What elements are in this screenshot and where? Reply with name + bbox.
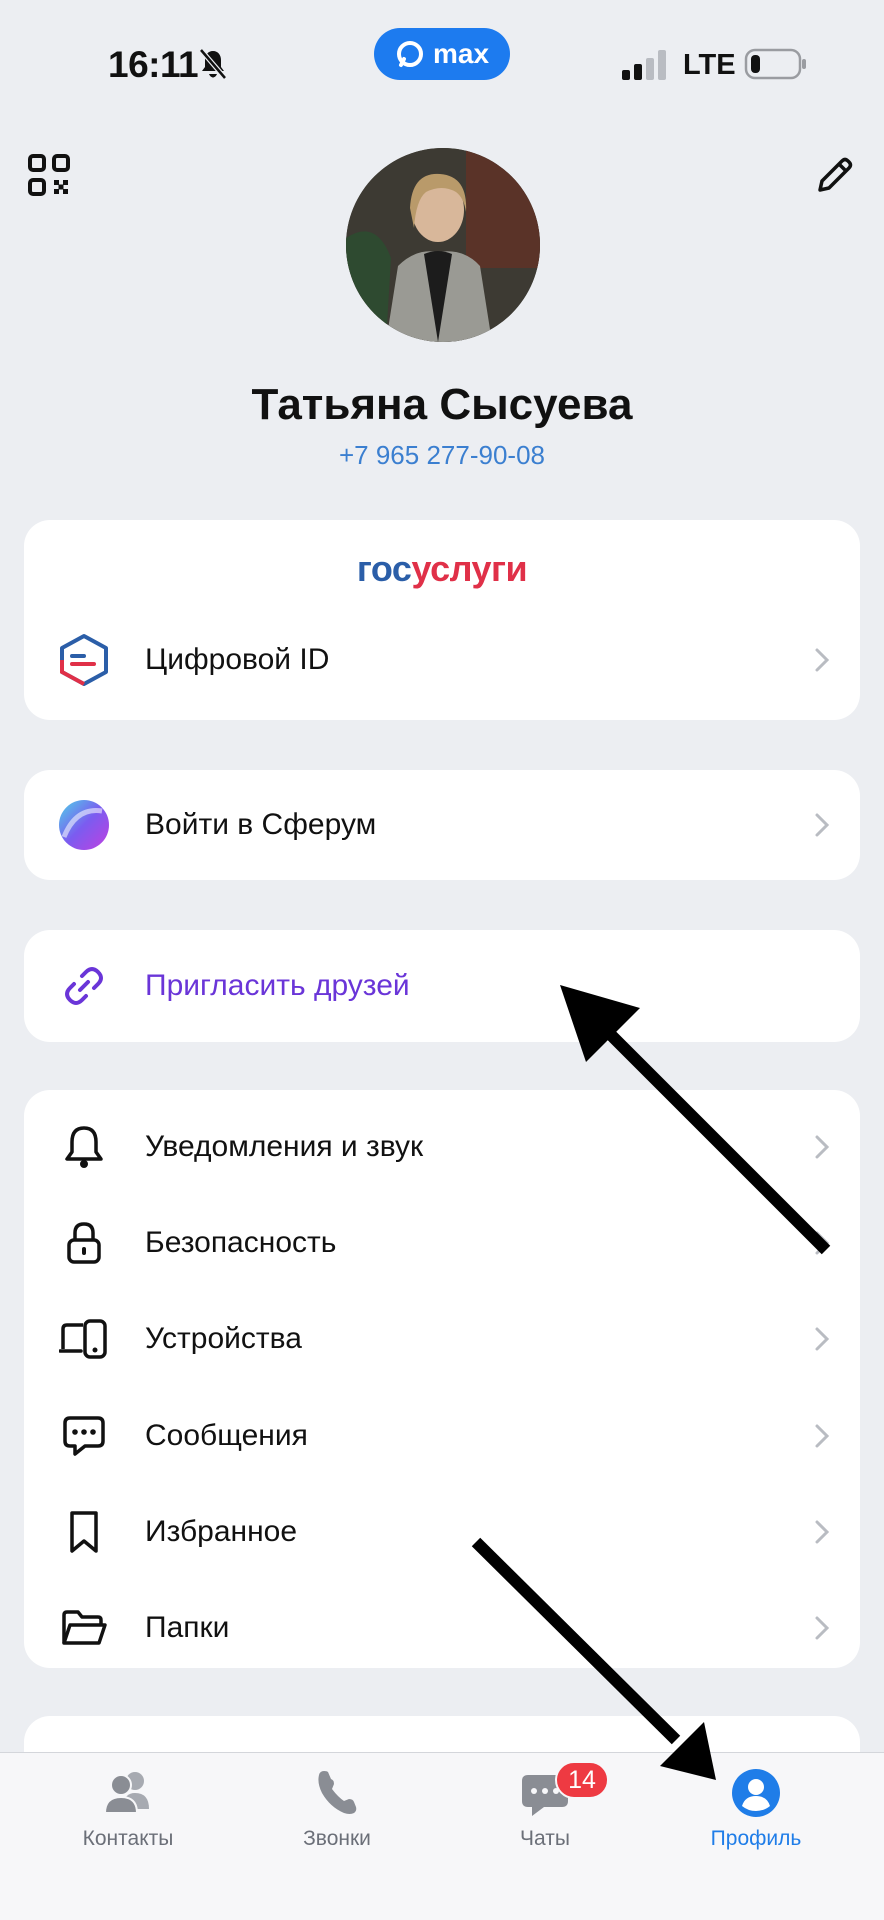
chevron-right-icon	[815, 1520, 830, 1544]
chevron-right-icon	[815, 1616, 830, 1640]
chevron-right-icon	[815, 1135, 830, 1159]
bookmark-icon	[56, 1504, 112, 1560]
tab-profile[interactable]: Профиль	[676, 1753, 836, 1863]
link-icon	[56, 958, 112, 1014]
unread-badge: 14	[555, 1761, 609, 1799]
phone-icon	[318, 1771, 357, 1814]
invite-friends-row[interactable]: Пригласить друзей	[24, 938, 860, 1034]
devices-icon	[56, 1311, 112, 1367]
digital-id-label: Цифровой ID	[145, 643, 330, 676]
tab-contacts[interactable]: Контакты	[48, 1753, 208, 1863]
digital-id-row[interactable]: Цифровой ID	[24, 612, 860, 708]
invite-card[interactable]: Пригласить друзей	[24, 930, 860, 1042]
battery-icon	[744, 48, 806, 80]
profile-icon	[732, 1769, 780, 1817]
settings-item-label: Избранное	[145, 1515, 298, 1548]
settings-item-label: Безопасность	[145, 1226, 337, 1259]
bell-off-icon	[199, 48, 227, 80]
app-pill-label: max	[432, 38, 490, 69]
sferum-icon	[56, 797, 112, 853]
avatar[interactable]	[346, 148, 540, 342]
status-bar: 16:11 max LTE	[0, 0, 884, 110]
message-icon	[56, 1408, 112, 1464]
settings-item-label: Устройства	[145, 1322, 302, 1355]
lock-icon	[56, 1215, 112, 1271]
tab-label: Контакты	[82, 1827, 174, 1850]
avatar-photo	[346, 148, 540, 342]
sferum-label: Войти в Сферум	[145, 808, 377, 841]
digital-id-icon	[56, 632, 112, 688]
settings-item-favorites[interactable]: Избранное	[24, 1484, 860, 1580]
settings-card: Уведомления и звук Безопасность Устройст…	[24, 1090, 860, 1668]
chevron-right-icon	[815, 1424, 830, 1448]
sferum-card[interactable]: Войти в Сферум	[24, 770, 860, 880]
status-time: 16:11	[108, 44, 199, 85]
tab-label: Чаты	[520, 1827, 570, 1850]
tab-label: Профиль	[710, 1827, 802, 1850]
sferum-row[interactable]: Войти в Сферум	[24, 777, 860, 873]
edit-pencil-icon[interactable]	[812, 154, 856, 198]
contacts-icon	[103, 1772, 149, 1814]
chevron-right-icon	[815, 1327, 830, 1351]
settings-item-folders[interactable]: Папки	[24, 1580, 860, 1676]
tab-label: Звонки	[303, 1827, 371, 1850]
chevron-right-icon	[815, 813, 830, 837]
chevron-right-icon	[815, 648, 830, 672]
signal-icon	[622, 50, 666, 80]
folder-icon	[56, 1600, 112, 1656]
tab-calls[interactable]: Звонки	[257, 1753, 417, 1863]
qr-code-icon[interactable]	[28, 154, 70, 196]
invite-friends-label: Пригласить друзей	[145, 969, 410, 1002]
settings-item-devices[interactable]: Устройства	[24, 1291, 860, 1387]
gosuslugi-card: госуслуги Цифровой ID	[24, 520, 860, 720]
network-label: LTE	[683, 49, 736, 81]
settings-item-messages[interactable]: Сообщения	[24, 1388, 860, 1484]
gosuslugi-logo: госуслуги	[356, 548, 528, 589]
settings-item-label: Уведомления и звук	[145, 1130, 424, 1163]
profile-phone[interactable]: +7 965 277-90-08	[0, 440, 884, 471]
settings-item-label: Сообщения	[145, 1419, 308, 1452]
tab-chats[interactable]: 14 Чаты	[465, 1753, 625, 1863]
chevron-right-icon	[815, 1231, 830, 1255]
tab-bar: Контакты Звонки 14 Чаты Профиль	[0, 1752, 884, 1920]
max-logo-icon	[396, 41, 423, 67]
settings-item-security[interactable]: Безопасность	[24, 1195, 860, 1291]
bell-icon	[56, 1119, 112, 1175]
settings-item-notifications[interactable]: Уведомления и звук	[24, 1099, 860, 1195]
app-pill[interactable]: max	[374, 28, 510, 80]
settings-item-label: Папки	[145, 1611, 230, 1644]
profile-name: Татьяна Сысуева	[251, 380, 633, 429]
